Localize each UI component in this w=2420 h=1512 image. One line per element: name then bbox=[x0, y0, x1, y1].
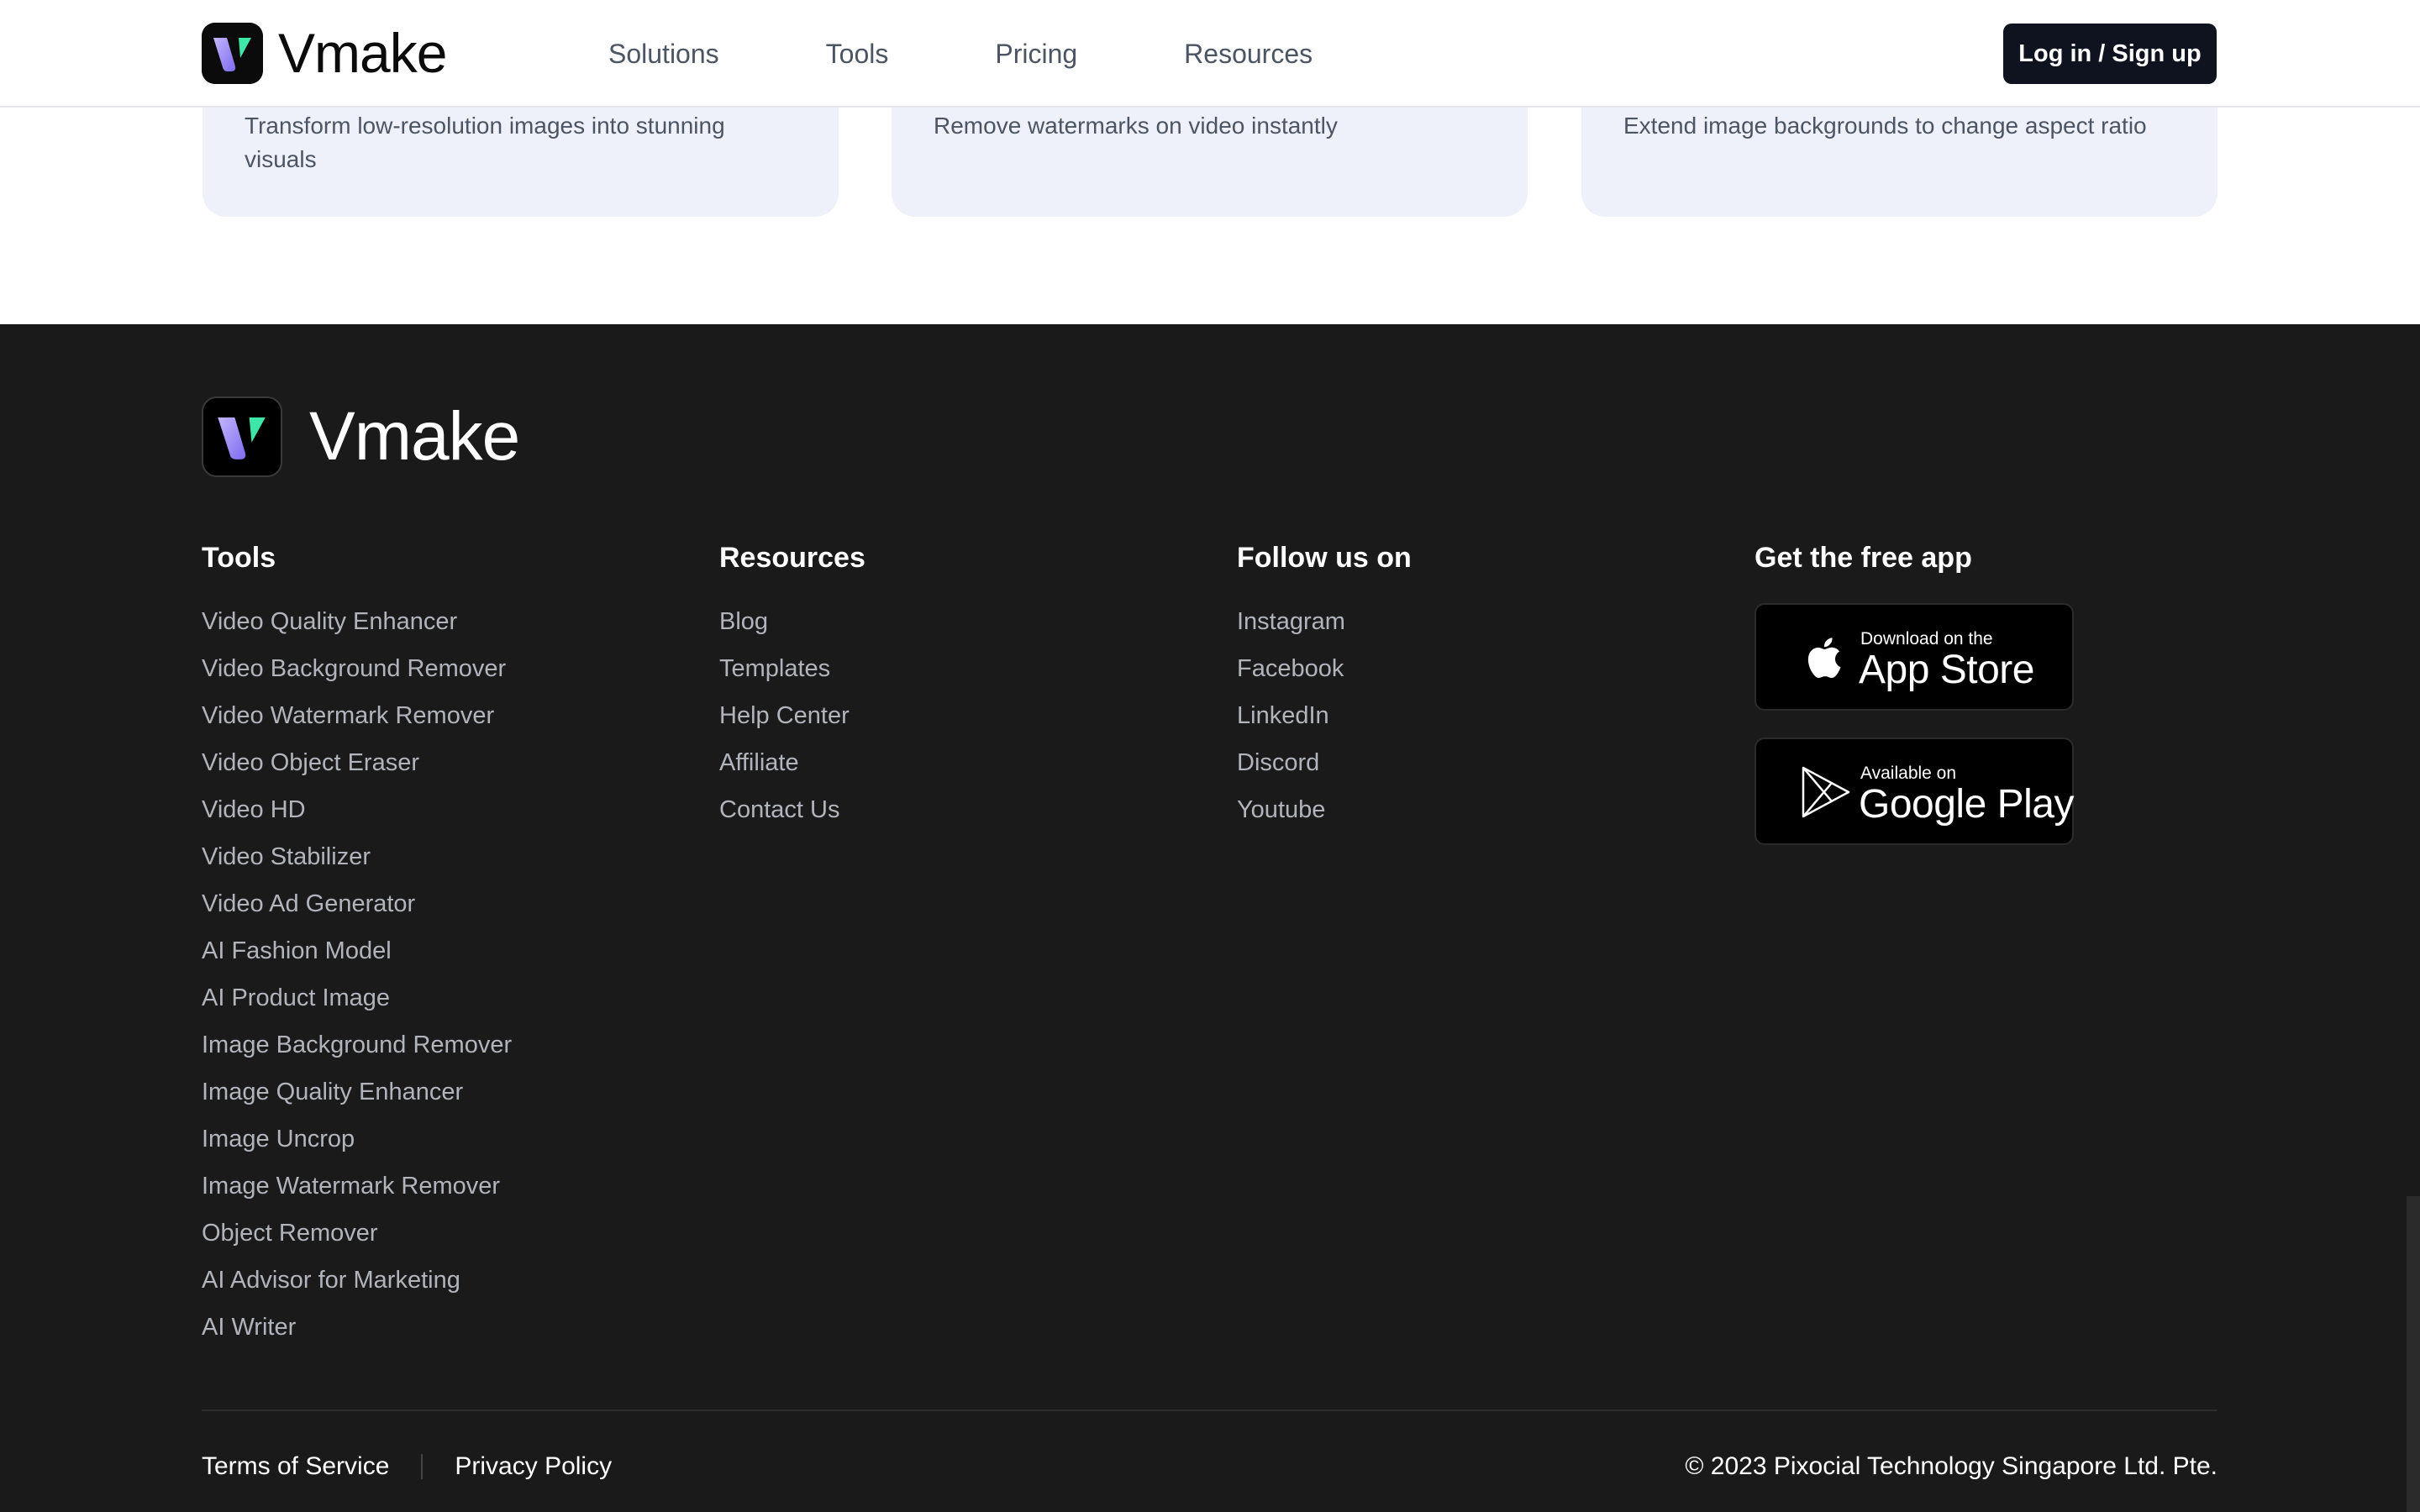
nav-pricing[interactable]: Pricing bbox=[995, 32, 1077, 76]
social-link-discord[interactable]: Discord bbox=[1237, 739, 1412, 786]
apple-icon bbox=[1807, 638, 1841, 679]
footer-link[interactable]: Image Quality Enhancer bbox=[202, 1068, 512, 1116]
tools-links: Video Quality Enhancer Video Background … bbox=[202, 598, 512, 1351]
card-description: Extend image backgrounds to change aspec… bbox=[1623, 113, 2147, 139]
store-big-text: Google Play bbox=[1859, 782, 2075, 827]
nav-tools[interactable]: Tools bbox=[826, 32, 889, 76]
footer-link[interactable]: AI Writer bbox=[202, 1304, 512, 1351]
legal-links: Terms of Service Privacy Policy bbox=[202, 1446, 612, 1487]
footer-link[interactable]: Video Background Remover bbox=[202, 645, 512, 692]
col-title: Get the free app bbox=[1754, 542, 1972, 574]
footer-link-templates[interactable]: Templates bbox=[719, 645, 865, 692]
card-description: Remove watermarks on video instantly bbox=[934, 113, 1338, 139]
google-play-button[interactable]: Available on Google Play bbox=[1754, 738, 2075, 845]
terms-of-service-link[interactable]: Terms of Service bbox=[202, 1446, 389, 1487]
brand-name: Vmake bbox=[278, 22, 447, 84]
legal-separator bbox=[421, 1454, 424, 1479]
main-nav: Solutions Tools Pricing Resources bbox=[608, 32, 1313, 76]
col-title: Follow us on bbox=[1237, 542, 1412, 574]
col-title: Resources bbox=[719, 542, 865, 574]
footer-link[interactable]: Video Ad Generator bbox=[202, 880, 512, 927]
footer-logo[interactable]: Vmake bbox=[202, 396, 520, 477]
footer-brand-name: Vmake bbox=[309, 398, 520, 475]
footer-link[interactable]: Image Uncrop bbox=[202, 1116, 512, 1163]
page-scrollbar-thumb[interactable] bbox=[2407, 1196, 2420, 1512]
col-title: Tools bbox=[202, 542, 276, 574]
footer-link[interactable]: Image Watermark Remover bbox=[202, 1163, 512, 1210]
footer-link[interactable]: AI Fashion Model bbox=[202, 927, 512, 974]
social-link-linkedin[interactable]: LinkedIn bbox=[1237, 692, 1412, 739]
footer-link[interactable]: Video Watermark Remover bbox=[202, 692, 512, 739]
footer-divider bbox=[202, 1410, 2217, 1411]
footer-link-affiliate[interactable]: Affiliate bbox=[719, 739, 865, 786]
footer-col-resources: Resources Blog Templates Help Center Aff… bbox=[719, 538, 865, 833]
footer-col-tools: Tools Video Quality Enhancer Video Backg… bbox=[202, 538, 512, 1351]
footer-link[interactable]: AI Advisor for Marketing bbox=[202, 1257, 512, 1304]
resources-links: Blog Templates Help Center Affiliate Con… bbox=[719, 598, 865, 833]
login-signup-button[interactable]: Log in / Sign up bbox=[2003, 24, 2217, 84]
nav-resources[interactable]: Resources bbox=[1184, 32, 1313, 76]
store-big-text: App Store bbox=[1859, 648, 2034, 692]
footer-link[interactable]: Video Stabilizer bbox=[202, 833, 512, 880]
header-logo[interactable]: Vmake bbox=[202, 22, 447, 84]
copyright-text: © 2023 Pixocial Technology Singapore Ltd… bbox=[1685, 1452, 2217, 1480]
footer-link-contact[interactable]: Contact Us bbox=[719, 786, 865, 833]
footer-link[interactable]: Video Quality Enhancer bbox=[202, 598, 512, 645]
footer-link-blog[interactable]: Blog bbox=[719, 598, 865, 645]
app-store-button[interactable]: Download on the App Store bbox=[1754, 603, 2074, 711]
site-header: Vmake Solutions Tools Pricing Resources … bbox=[0, 0, 2420, 108]
vmake-logo-icon bbox=[202, 23, 263, 84]
nav-solutions[interactable]: Solutions bbox=[608, 32, 719, 76]
site-footer: Vmake Tools Video Quality Enhancer Video… bbox=[0, 324, 2420, 1512]
vmake-logo-icon bbox=[202, 396, 282, 477]
social-links: Instagram Facebook LinkedIn Discord Yout… bbox=[1237, 598, 1412, 833]
footer-link[interactable]: Object Remover bbox=[202, 1210, 512, 1257]
footer-col-app: Get the free app Download on the App Sto… bbox=[1754, 538, 2075, 845]
footer-link[interactable]: Image Background Remover bbox=[202, 1021, 512, 1068]
footer-col-follow: Follow us on Instagram Facebook LinkedIn… bbox=[1237, 538, 1412, 833]
card-description: Transform low-resolution images into stu… bbox=[245, 113, 725, 172]
social-link-youtube[interactable]: Youtube bbox=[1237, 786, 1412, 833]
footer-link-help-center[interactable]: Help Center bbox=[719, 692, 865, 739]
footer-link[interactable]: Video HD bbox=[202, 786, 512, 833]
social-link-facebook[interactable]: Facebook bbox=[1237, 645, 1412, 692]
social-link-instagram[interactable]: Instagram bbox=[1237, 598, 1412, 645]
footer-link[interactable]: Video Object Eraser bbox=[202, 739, 512, 786]
footer-link[interactable]: AI Product Image bbox=[202, 974, 512, 1021]
google-play-icon bbox=[1802, 766, 1850, 818]
privacy-policy-link[interactable]: Privacy Policy bbox=[455, 1446, 612, 1487]
